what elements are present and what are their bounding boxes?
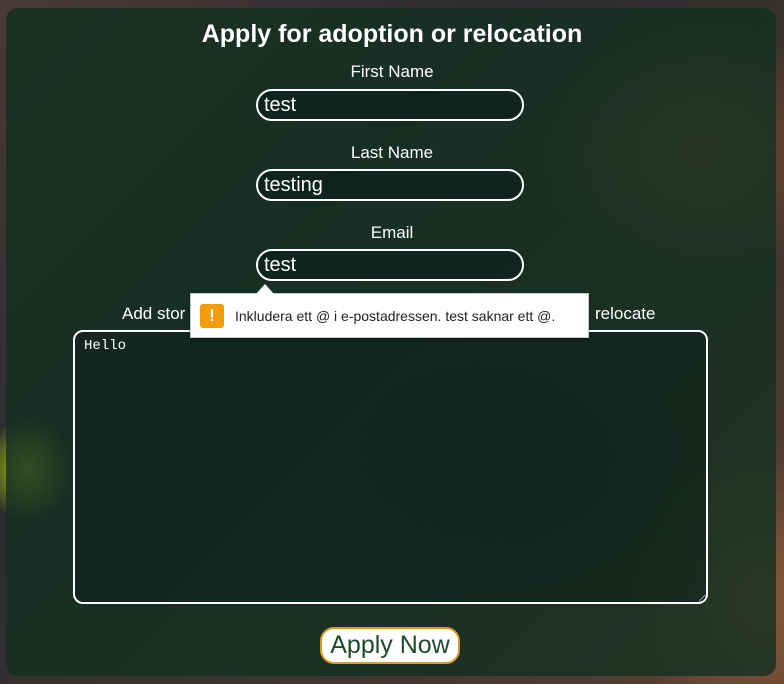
last-name-label: Last Name <box>350 143 434 162</box>
story-label-start: Add stor <box>122 304 186 323</box>
first-name-label: First Name <box>350 62 434 81</box>
tooltip-arrow <box>256 284 274 294</box>
warning-icon: ! <box>200 303 224 328</box>
email-input[interactable] <box>256 249 524 281</box>
apply-now-button[interactable]: Apply Now <box>320 627 460 664</box>
last-name-input[interactable] <box>256 169 524 201</box>
email-label: Email <box>370 223 414 242</box>
first-name-input[interactable] <box>256 89 524 121</box>
form-title: Apply for adoption or relocation <box>201 20 583 48</box>
validation-message: Inkludera ett @ i e-postadressen. test s… <box>235 307 556 324</box>
email-validation-tooltip: ! Inkludera ett @ i e-postadressen. test… <box>190 293 589 338</box>
story-textarea[interactable]: Hello <box>73 330 708 604</box>
story-label-end: relocate <box>595 304 656 323</box>
